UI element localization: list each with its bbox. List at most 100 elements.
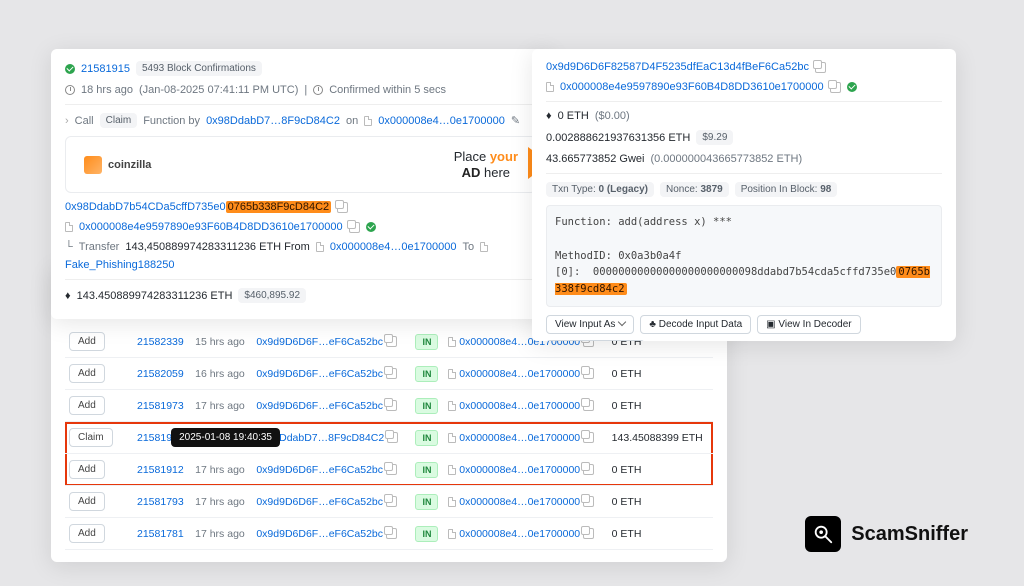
transfer-from-link[interactable]: 0x000008e4…0e1700000 (330, 241, 457, 253)
tx-value: 0 ETH (608, 486, 713, 518)
copy-icon[interactable] (583, 400, 594, 411)
copy-icon[interactable] (815, 62, 826, 73)
copy-icon[interactable] (386, 528, 397, 539)
table-row[interactable]: Add 21581912 17 hrs ago2025-01-08 19:40:… (65, 454, 713, 486)
method-chip: Add (69, 332, 105, 351)
to-link[interactable]: 0x000008e4…0e1700000 (459, 496, 580, 508)
view-decoder-button[interactable]: ▣ View In Decoder (757, 315, 860, 334)
verified-icon (366, 222, 376, 232)
full-address-link[interactable]: 0x98DdabD7b54CDa5cffD735e00765b338F9cD84… (65, 201, 331, 213)
to-link[interactable]: 0x000008e4…0e1700000 (459, 400, 580, 412)
from-link[interactable]: 0x9d9D6D6F…eF6Ca52bc (256, 336, 383, 348)
contract-icon (316, 242, 324, 252)
tx-value: 0 ETH (608, 358, 713, 390)
txtype-pill: Txn Type: 0 (Legacy) (546, 182, 654, 197)
direction-badge: IN (415, 398, 438, 414)
block-link[interactable]: 21581973 (137, 400, 184, 412)
func-from-link[interactable]: 0x98DdabD7…8F9cD84C2 (206, 115, 340, 127)
advanced-filter-button[interactable]: ⚙ Advanced Filter (546, 340, 645, 341)
copy-icon[interactable] (386, 368, 397, 379)
from-link[interactable]: 0x9d9D6D6F…eF6Ca52bc (256, 400, 383, 412)
transfer-label: Transfer (79, 241, 120, 253)
contract-icon (448, 529, 456, 539)
fee-usd: $9.29 (696, 130, 733, 145)
contract-link[interactable]: 0x000008e4e9597890e93F60B4D8DD3610e17000… (560, 81, 824, 93)
call-label: Call (75, 115, 94, 127)
block-link[interactable]: 21581781 (137, 528, 184, 540)
method-chip: Add (69, 364, 105, 383)
ad-banner[interactable]: coinzilla Place your AD here (65, 136, 537, 193)
tx-value: 0 ETH (608, 454, 713, 486)
copy-icon[interactable] (349, 222, 360, 233)
to-link[interactable]: 0x000008e4…0e1700000 (459, 368, 580, 380)
block-link[interactable]: 21581915 (81, 63, 130, 75)
copy-icon[interactable] (386, 400, 397, 411)
block-link[interactable]: 21582339 (137, 336, 184, 348)
success-icon (65, 64, 75, 74)
tx-value: 0 ETH (608, 390, 713, 422)
from-link[interactable]: 0x9d9D6D6F…eF6Ca52bc (256, 496, 383, 508)
from-link[interactable]: 0x9d9D6D6F…eF6Ca52bc (256, 368, 383, 380)
tx-detail-panel: 21581915 5493 Block Confirmations 18 hrs… (51, 49, 551, 319)
clock-icon (313, 85, 323, 95)
transfer-to-link[interactable]: Fake_Phishing188250 (65, 259, 174, 271)
fee-eth: 0.002888621937631356 ETH (546, 132, 690, 144)
view-input-button[interactable]: View Input As (546, 315, 634, 334)
tx-table: Add 21582339 15 hrs ago 0x9d9D6D6F…eF6Ca… (65, 326, 713, 550)
to-link[interactable]: 0x000008e4…0e1700000 (459, 528, 580, 540)
contract-icon (448, 497, 456, 507)
contract-icon (448, 465, 456, 475)
tx-value: 143.450889974283311236 ETH (77, 290, 233, 302)
direction-badge: IN (415, 334, 438, 350)
contract-icon (480, 242, 488, 252)
scamsniffer-logo-icon (805, 516, 841, 552)
tx-value: 143.45088399 ETH (608, 422, 713, 454)
transfer-amount: 143,450889974283311236 ETH From (125, 241, 310, 253)
to-link[interactable]: 0x000008e4…0e1700000 (459, 432, 580, 444)
to-link[interactable]: 0x000008e4…0e1700000 (459, 464, 580, 476)
block-link[interactable]: 21581912 (137, 464, 184, 476)
copy-icon[interactable] (337, 202, 348, 213)
copy-icon[interactable] (583, 368, 594, 379)
recipient-link[interactable]: 0x9d9D6D6F82587D4F5235dfEaC13d4fBeF6Ca52… (546, 61, 809, 73)
block-link[interactable]: 21581793 (137, 496, 184, 508)
copy-icon[interactable] (386, 464, 397, 475)
gas-eth: (0.000000043665773852 ETH) (650, 153, 802, 165)
coinzilla-icon (84, 156, 102, 174)
method-chip: Claim (69, 428, 113, 447)
contract-icon (448, 337, 456, 347)
copy-icon[interactable] (583, 496, 594, 507)
table-row[interactable]: Add 21582059 16 hrs ago 0x9d9D6D6F…eF6Ca… (65, 358, 713, 390)
table-row[interactable]: Add 21581793 17 hrs ago 0x9d9D6D6F…eF6Ca… (65, 486, 713, 518)
decode-input-button[interactable]: ♣ Decode Input Data (640, 315, 751, 334)
copy-icon[interactable] (386, 336, 397, 347)
method-chip: Add (69, 460, 105, 479)
tx-age: 17 hrs ago (191, 518, 252, 550)
table-row[interactable]: Claim 21581915 17 hrs ago 0x98DdabD7…8F9… (65, 422, 713, 454)
call-method-pill: Claim (100, 113, 138, 128)
copy-icon[interactable] (387, 432, 398, 443)
tx-age: 16 hrs ago (191, 358, 252, 390)
copy-icon[interactable] (830, 82, 841, 93)
copy-icon[interactable] (386, 496, 397, 507)
tx-value: 0 ETH (608, 518, 713, 550)
func-to-link[interactable]: 0x000008e4…0e1700000 (378, 115, 505, 127)
eth-icon: ♦ (65, 290, 71, 302)
copy-icon[interactable] (583, 464, 594, 475)
position-pill: Position In Block: 98 (735, 182, 838, 197)
table-row[interactable]: Add 21581781 17 hrs ago 0x9d9D6D6F…eF6Ca… (65, 518, 713, 550)
value-eth: 0 ETH (558, 110, 589, 122)
from-link[interactable]: 0x9d9D6D6F…eF6Ca52bc (256, 528, 383, 540)
direction-badge: IN (415, 430, 438, 446)
func-by-label: Function by (143, 115, 200, 127)
verified-icon (847, 82, 857, 92)
copy-icon[interactable] (583, 528, 594, 539)
from-link[interactable]: 0x9d9D6D6F…eF6Ca52bc (256, 464, 383, 476)
contract-link[interactable]: 0x000008e4e9597890e93F60B4D8DD3610e17000… (79, 221, 343, 233)
direction-badge: IN (415, 526, 438, 542)
block-link[interactable]: 21582059 (137, 368, 184, 380)
copy-icon[interactable] (583, 432, 594, 443)
contract-icon (448, 401, 456, 411)
edit-icon[interactable]: ✎ (511, 114, 520, 127)
table-row[interactable]: Add 21581973 17 hrs ago 0x9d9D6D6F…eF6Ca… (65, 390, 713, 422)
